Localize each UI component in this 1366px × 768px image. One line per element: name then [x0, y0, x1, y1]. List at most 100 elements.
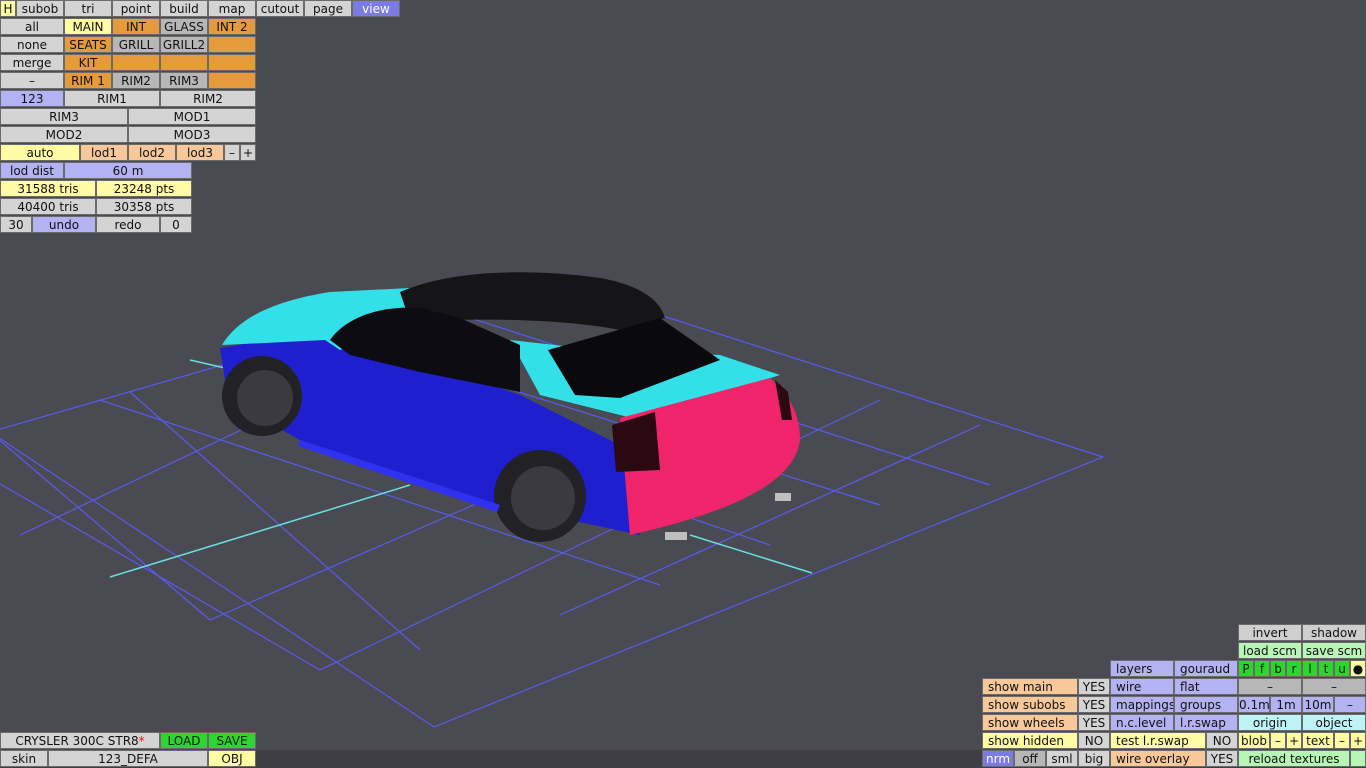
subobj-rim3[interactable]: RIM3	[160, 72, 208, 89]
subobj-main[interactable]: MAIN	[64, 18, 112, 35]
blob-label[interactable]: blob	[1238, 732, 1270, 749]
text-plus-button[interactable]: +	[1350, 732, 1366, 749]
h-button[interactable]: H	[0, 0, 16, 17]
select-all-button[interactable]: all	[0, 18, 64, 35]
shadow-button[interactable]: shadow	[1302, 624, 1366, 641]
reload-textures-button[interactable]: reload textures	[1238, 750, 1350, 767]
save-button[interactable]: SAVE	[208, 732, 256, 749]
cam-dash-right[interactable]: –	[1302, 678, 1366, 695]
load-scm-button[interactable]: load scm	[1238, 642, 1302, 659]
show-main-label[interactable]: show main	[982, 678, 1078, 695]
subobj-seats[interactable]: SEATS	[64, 36, 112, 53]
point-menu[interactable]: point	[112, 0, 160, 17]
layers-button[interactable]: layers	[1110, 660, 1174, 677]
show-wheels-toggle[interactable]: YES	[1078, 714, 1110, 731]
variant-mod1[interactable]: MOD1	[128, 108, 256, 125]
minus-button[interactable]: –	[0, 72, 64, 89]
size-big-button[interactable]: big	[1078, 750, 1110, 767]
view-b-button[interactable]: b	[1270, 660, 1286, 677]
undo-button[interactable]: undo	[32, 216, 96, 233]
cam-dash-left[interactable]: –	[1238, 678, 1302, 695]
variant-rim2[interactable]: RIM2	[160, 90, 256, 107]
variant-mod2[interactable]: MOD2	[0, 126, 128, 143]
wire-overlay-label[interactable]: wire overlay	[1110, 750, 1206, 767]
grid-01m-button[interactable]: 0.1m	[1238, 696, 1270, 713]
wire-button[interactable]: wire	[1110, 678, 1174, 695]
lod-auto[interactable]: auto	[0, 144, 80, 161]
select-none-button[interactable]: none	[0, 36, 64, 53]
reload-textures-extra[interactable]	[1350, 750, 1366, 767]
show-hidden-label[interactable]: show hidden	[982, 732, 1078, 749]
subobj-empty-4[interactable]	[208, 54, 256, 71]
view-u-button[interactable]: u	[1334, 660, 1350, 677]
subobj-empty-2[interactable]	[112, 54, 160, 71]
subobj-kit[interactable]: KIT	[64, 54, 112, 71]
load-button[interactable]: LOAD	[160, 732, 208, 749]
subobj-int[interactable]: INT	[112, 18, 160, 35]
view-menu[interactable]: view	[352, 0, 400, 17]
show-wheels-label[interactable]: show wheels	[982, 714, 1078, 731]
build-menu[interactable]: build	[160, 0, 208, 17]
merge-button[interactable]: merge	[0, 54, 64, 71]
text-label[interactable]: text	[1302, 732, 1334, 749]
lod3-button[interactable]: lod3	[176, 144, 224, 161]
skin-value[interactable]: 123_DEFA	[48, 750, 208, 767]
variant-rim1[interactable]: RIM1	[64, 90, 160, 107]
grid-10m-button[interactable]: 10m	[1302, 696, 1334, 713]
gouraud-button[interactable]: gouraud	[1174, 660, 1238, 677]
view-f-button[interactable]: f	[1254, 660, 1270, 677]
subob-menu[interactable]: subob	[16, 0, 64, 17]
view-r-button[interactable]: r	[1286, 660, 1302, 677]
subobj-int2[interactable]: INT 2	[208, 18, 256, 35]
show-main-toggle[interactable]: YES	[1078, 678, 1110, 695]
model-name[interactable]: CRYSLER 300C STR8*	[0, 732, 160, 749]
tri-menu[interactable]: tri	[64, 0, 112, 17]
subobj-grill[interactable]: GRILL	[112, 36, 160, 53]
size-sml-button[interactable]: sml	[1046, 750, 1078, 767]
redo-button[interactable]: redo	[96, 216, 160, 233]
grid-1m-button[interactable]: 1m	[1270, 696, 1302, 713]
groups-button[interactable]: groups	[1174, 696, 1238, 713]
size-off-button[interactable]: off	[1014, 750, 1046, 767]
blob-plus-button[interactable]: +	[1286, 732, 1302, 749]
map-menu[interactable]: map	[208, 0, 256, 17]
cutout-menu[interactable]: cutout	[256, 0, 304, 17]
show-hidden-toggle[interactable]: NO	[1078, 732, 1110, 749]
subobj-glass[interactable]: GLASS	[160, 18, 208, 35]
variant-rim3[interactable]: RIM3	[0, 108, 128, 125]
subobj-grill2[interactable]: GRILL2	[160, 36, 208, 53]
variant-123[interactable]: 123	[0, 90, 64, 107]
view-dot-icon[interactable]: ●	[1350, 660, 1366, 677]
lod2-button[interactable]: lod2	[128, 144, 176, 161]
wire-overlay-toggle[interactable]: YES	[1206, 750, 1238, 767]
size-nrm-button[interactable]: nrm	[982, 750, 1014, 767]
show-subobs-toggle[interactable]: YES	[1078, 696, 1110, 713]
test-lr-swap-toggle[interactable]: NO	[1206, 732, 1238, 749]
subobj-rim2[interactable]: RIM2	[112, 72, 160, 89]
mappings-button[interactable]: mappings	[1110, 696, 1174, 713]
lod1-button[interactable]: lod1	[80, 144, 128, 161]
blob-minus-button[interactable]: –	[1270, 732, 1286, 749]
page-menu[interactable]: page	[304, 0, 352, 17]
test-lr-swap-label[interactable]: test l.r.swap	[1110, 732, 1206, 749]
view-t-button[interactable]: t	[1318, 660, 1334, 677]
object-button[interactable]: object	[1302, 714, 1366, 731]
variant-mod3[interactable]: MOD3	[128, 126, 256, 143]
view-p-button[interactable]: P	[1238, 660, 1254, 677]
save-scm-button[interactable]: save scm	[1302, 642, 1366, 659]
subobj-rim1[interactable]: RIM 1	[64, 72, 112, 89]
subobj-empty-3[interactable]	[160, 54, 208, 71]
invert-button[interactable]: invert	[1238, 624, 1302, 641]
lod-plus-button[interactable]: +	[240, 144, 256, 161]
obj-export-button[interactable]: OBJ	[208, 750, 256, 767]
lod-minus-button[interactable]: –	[224, 144, 240, 161]
text-minus-button[interactable]: –	[1334, 732, 1350, 749]
view-l-button[interactable]: l	[1302, 660, 1318, 677]
show-subobs-label[interactable]: show subobs	[982, 696, 1078, 713]
subobj-empty-1[interactable]	[208, 36, 256, 53]
subobj-empty-5[interactable]	[208, 72, 256, 89]
nc-level-button[interactable]: n.c.level	[1110, 714, 1174, 731]
lod-dist-value[interactable]: 60 m	[64, 162, 192, 179]
grid-minus-button[interactable]: –	[1334, 696, 1366, 713]
origin-button[interactable]: origin	[1238, 714, 1302, 731]
